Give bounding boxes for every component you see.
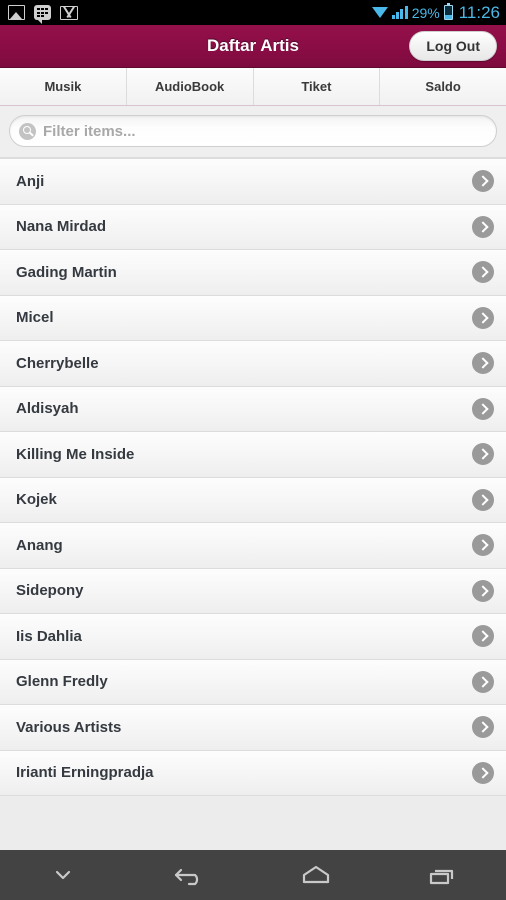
list-item-label: Various Artists [16, 718, 122, 736]
chevron-right-icon[interactable] [472, 579, 494, 602]
list-item[interactable]: Killing Me Inside [0, 432, 506, 478]
chevron-right-icon[interactable] [472, 261, 494, 284]
list-item[interactable]: Iis Dahlia [0, 614, 506, 660]
list-item[interactable]: Aldisyah [0, 386, 506, 432]
search-icon [19, 122, 36, 140]
artist-list-container[interactable]: Anji Nana Mirdad Gading Martin Micel Cherryb… [0, 158, 506, 850]
search-placeholder: Filter items... [43, 122, 136, 140]
signal-icon [391, 6, 408, 19]
app-root: 29% 11:26 Daftar Artis Log Out Musik Aud… [0, 0, 506, 900]
recent-apps-button[interactable] [380, 850, 506, 900]
list-item-label: Anji [16, 172, 45, 190]
list-item[interactable]: Anang [0, 523, 506, 569]
status-bar-left-icons [8, 5, 78, 24]
search-bar-container: Filter items... [0, 106, 506, 158]
tab-saldo[interactable]: Saldo [380, 68, 506, 105]
list-item[interactable]: Various Artists [0, 705, 506, 751]
list-item-label: Cherrybelle [16, 354, 99, 372]
list-item[interactable]: Anji [0, 159, 506, 205]
chevron-right-icon[interactable] [472, 170, 494, 193]
clock-label: 11:26 [458, 3, 500, 22]
gallery-icon [8, 5, 25, 20]
list-item[interactable]: Nana Mirdad [0, 204, 506, 250]
list-item[interactable]: Irianti Erningpradja [0, 750, 506, 796]
list-item-label: Iis Dahlia [16, 627, 82, 645]
list-item-label: Nana Mirdad [16, 218, 107, 236]
list-item[interactable]: Glenn Fredly [0, 659, 506, 705]
gmail-icon [60, 5, 78, 20]
list-item-label: Glenn Fredly [16, 673, 108, 691]
list-item-label: Kojek [16, 491, 57, 509]
wifi-icon [371, 6, 388, 19]
back-button[interactable] [127, 850, 254, 900]
list-item[interactable]: Sidepony [0, 568, 506, 614]
tab-audiobook[interactable]: AudioBook [126, 68, 254, 105]
search-input[interactable]: Filter items... [9, 115, 497, 147]
tab-bar: Musik AudioBook Tiket Saldo [0, 68, 506, 106]
chevron-right-icon[interactable] [472, 443, 494, 466]
page-title: Daftar Artis [207, 36, 299, 55]
app-header: Daftar Artis Log Out [0, 25, 506, 68]
list-item-label: Gading Martin [16, 263, 117, 281]
chevron-right-icon[interactable] [472, 534, 494, 557]
list-item-label: Anang [16, 536, 63, 554]
home-button[interactable] [253, 850, 380, 900]
android-navigation-bar [0, 850, 506, 900]
list-item[interactable]: Cherrybelle [0, 341, 506, 387]
hide-keyboard-button[interactable] [0, 850, 127, 900]
battery-percent-label: 29% [411, 4, 440, 21]
list-item-label: Sidepony [16, 582, 84, 600]
tab-tiket[interactable]: Tiket [253, 68, 381, 105]
bbm-icon [34, 5, 51, 24]
list-item[interactable]: Kojek [0, 477, 506, 523]
list-item-label: Aldisyah [16, 400, 79, 418]
status-bar-right-icons: 29% 11:26 [371, 3, 500, 22]
status-bar: 29% 11:26 [0, 0, 506, 25]
chevron-right-icon[interactable] [472, 625, 494, 648]
chevron-right-icon[interactable] [472, 761, 494, 784]
chevron-right-icon[interactable] [472, 306, 494, 329]
list-item-label: Micel [16, 309, 54, 327]
list-item[interactable]: Micel [0, 295, 506, 341]
chevron-right-icon[interactable] [472, 488, 494, 511]
chevron-right-icon[interactable] [472, 670, 494, 693]
list-item-label: Irianti Erningpradja [16, 764, 154, 782]
list-item-label: Killing Me Inside [16, 445, 135, 463]
tab-musik[interactable]: Musik [0, 68, 127, 105]
chevron-right-icon[interactable] [472, 352, 494, 375]
chevron-right-icon[interactable] [472, 215, 494, 238]
chevron-right-icon[interactable] [472, 716, 494, 739]
artist-list: Anji Nana Mirdad Gading Martin Micel Cherryb… [0, 159, 506, 796]
list-item[interactable]: Gading Martin [0, 250, 506, 296]
battery-icon [443, 3, 453, 20]
logout-button[interactable]: Log Out [409, 31, 497, 61]
chevron-right-icon[interactable] [472, 397, 494, 420]
